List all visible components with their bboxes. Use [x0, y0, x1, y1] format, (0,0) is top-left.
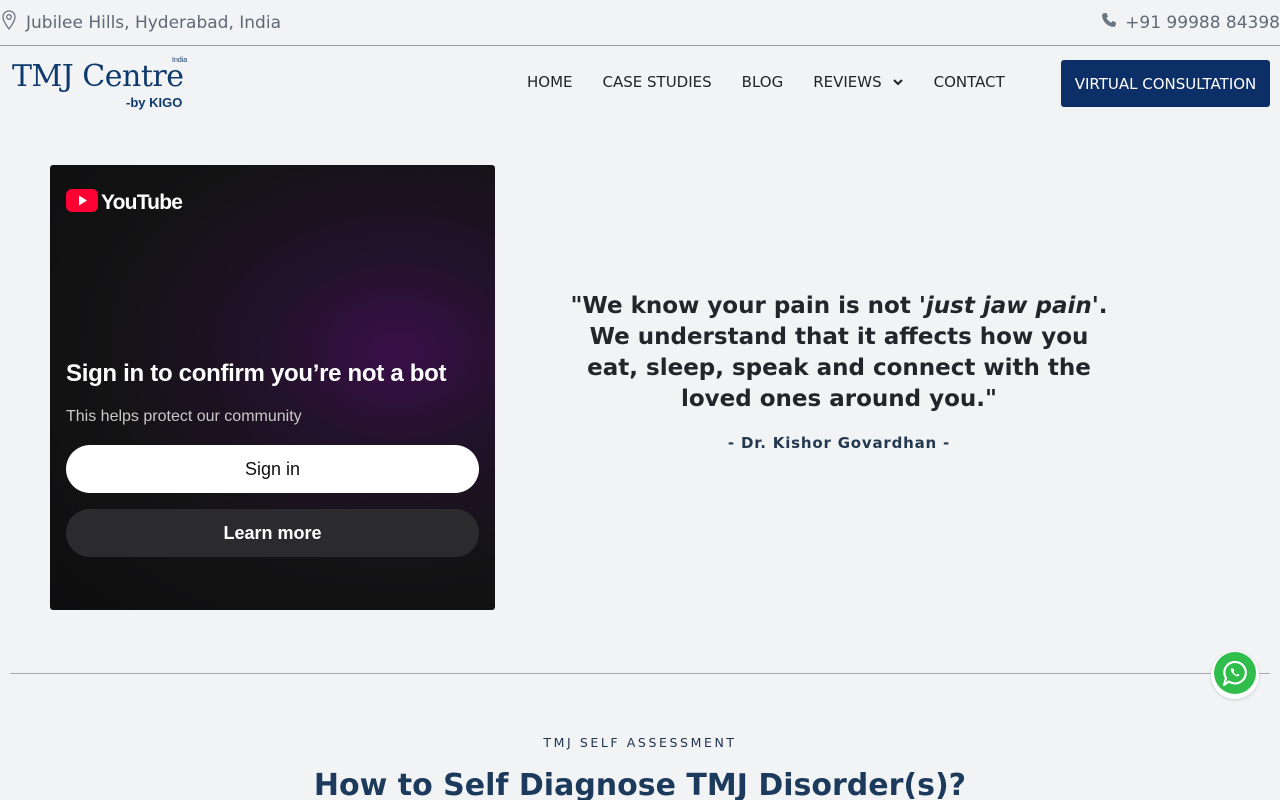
- youtube-logo: YouTube: [66, 189, 183, 216]
- site-logo[interactable]: TMJ Centre India -by KIGO: [12, 57, 192, 113]
- youtube-embed[interactable]: YouTube Sign in to confirm you’re not a …: [50, 165, 495, 610]
- location-text: Jubilee Hills, Hyderabad, India: [26, 12, 281, 33]
- nav-reviews-label: REVIEWS: [813, 73, 882, 91]
- logo-tag-text: India: [172, 57, 188, 64]
- location-info: Jubilee Hills, Hyderabad, India: [2, 10, 281, 35]
- sign-in-button[interactable]: Sign in: [66, 445, 479, 493]
- section-eyebrow: TMJ SELF ASSESSMENT: [543, 735, 737, 750]
- main-nav: HOME CASE STUDIES BLOG REVIEWS CONTACT: [527, 73, 1035, 91]
- nav-home-label: HOME: [527, 73, 573, 91]
- nav-reviews[interactable]: REVIEWS: [813, 73, 903, 91]
- nav-blog[interactable]: BLOG: [742, 73, 784, 91]
- chevron-down-icon: [892, 73, 904, 91]
- whatsapp-icon: [1212, 650, 1258, 700]
- bot-check-subtitle: This helps protect our community: [66, 408, 302, 425]
- nav-case-studies[interactable]: CASE STUDIES: [603, 73, 712, 91]
- nav-blog-label: BLOG: [741, 73, 784, 91]
- whatsapp-chat-button[interactable]: [1211, 651, 1259, 699]
- site-header: TMJ Centre India -by KIGO HOME CASE STUD…: [0, 47, 1280, 119]
- learn-more-button[interactable]: Learn more: [66, 509, 479, 557]
- section-divider: [10, 673, 1270, 674]
- quote-author: - Dr. Kishor Govardhan -: [727, 434, 951, 452]
- youtube-play-icon: [66, 189, 98, 216]
- bot-check-title: Sign in to confirm you’re not a bot: [66, 360, 447, 387]
- logo-brand-text: TMJ Centre: [12, 59, 184, 94]
- top-info-bar: Jubilee Hills, Hyderabad, India +91 9998…: [0, 0, 1280, 46]
- virtual-consultation-button[interactable]: VIRTUAL CONSULTATION: [1061, 60, 1270, 107]
- map-pin-icon: [2, 10, 16, 35]
- nav-home[interactable]: HOME: [527, 73, 573, 91]
- nav-contact[interactable]: CONTACT: [934, 73, 1005, 91]
- nav-case-studies-label: CASE STUDIES: [602, 73, 712, 91]
- section-title: How to Self Diagnose TMJ Disorder(s)?: [313, 768, 967, 800]
- doctor-quote: "We know your pain is not 'just jaw pain…: [565, 291, 1113, 415]
- nav-contact-label: CONTACT: [933, 73, 1005, 91]
- quote-part-1: "We know your pain is not: [570, 293, 919, 319]
- phone-number[interactable]: +91 99988 84398: [1125, 13, 1280, 33]
- youtube-wordmark: YouTube: [101, 190, 183, 214]
- quote-emphasis: 'just jaw pain': [918, 293, 1099, 319]
- phone-info[interactable]: +91 99988 84398: [1101, 12, 1280, 33]
- logo-sub-text: -by KIGO: [126, 95, 183, 110]
- phone-icon: [1101, 12, 1117, 33]
